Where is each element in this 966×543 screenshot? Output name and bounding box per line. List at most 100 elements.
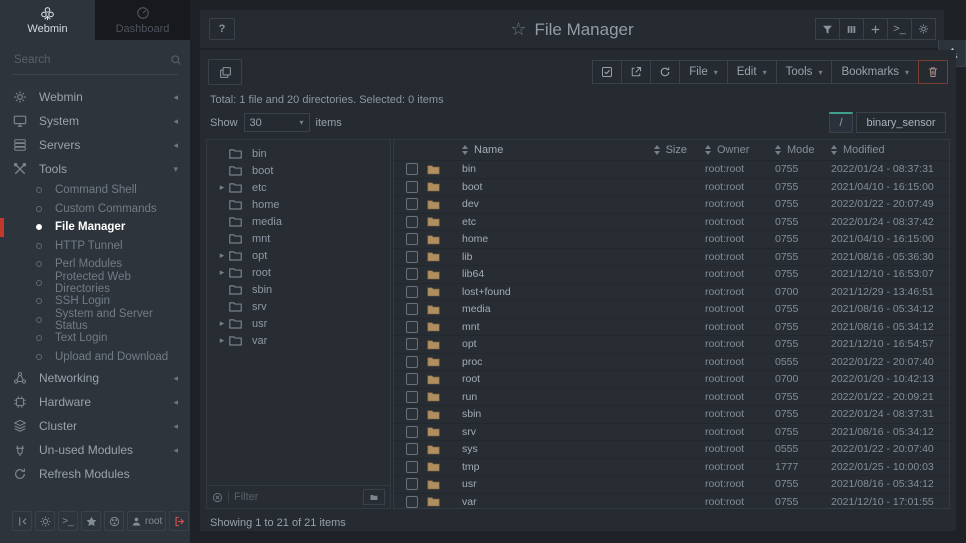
table-row[interactable]: srvroot:root07552021/08/16 - 05:34:12 <box>394 424 949 442</box>
table-row[interactable]: binroot:root07552022/01/24 - 08:37:31 <box>394 161 949 179</box>
tree-item-var[interactable]: ▸var <box>207 332 390 349</box>
table-row[interactable]: rootroot:root07002022/01/20 - 10:42:13 <box>394 371 949 389</box>
refresh-button[interactable] <box>650 60 680 84</box>
row-checkbox[interactable] <box>406 443 418 455</box>
tree-filter-input[interactable]: Filter <box>234 491 363 503</box>
table-row[interactable]: bootroot:root07552021/04/10 - 16:15:00 <box>394 179 949 197</box>
sidebar-item-networking[interactable]: Networking◂ <box>0 366 190 390</box>
table-row[interactable]: etcroot:root07552022/01/24 - 08:37:42 <box>394 214 949 232</box>
row-checkbox[interactable] <box>406 286 418 298</box>
table-row[interactable]: mntroot:root07552021/08/16 - 05:34:12 <box>394 319 949 337</box>
tab-dashboard[interactable]: Dashboard <box>95 0 190 40</box>
menu-tools-button[interactable]: Tools▾ <box>776 60 833 84</box>
row-checkbox[interactable] <box>406 303 418 315</box>
file-name[interactable]: var <box>448 496 597 508</box>
table-row[interactable]: tmproot:root17772022/01/25 - 10:00:03 <box>394 459 949 477</box>
table-row[interactable]: varroot:root07552021/12/10 - 17:01:55 <box>394 494 949 510</box>
sidebar-item-cluster[interactable]: Cluster◂ <box>0 414 190 438</box>
sidebar-item-command-shell[interactable]: Command Shell <box>0 181 190 200</box>
root-path-button[interactable]: / <box>829 112 853 133</box>
tree-folder-button[interactable] <box>363 489 385 505</box>
column-header-name[interactable]: Name <box>448 144 597 156</box>
sidebar-item-hardware[interactable]: Hardware◂ <box>0 390 190 414</box>
sidebar-item-tools[interactable]: Tools▾ <box>0 157 190 181</box>
table-row[interactable]: lost+foundroot:root07002021/12/29 - 13:4… <box>394 284 949 302</box>
table-row[interactable]: sbinroot:root07552022/01/24 - 08:37:31 <box>394 406 949 424</box>
tree-item-boot[interactable]: boot <box>207 162 390 179</box>
tree-item-media[interactable]: media <box>207 213 390 230</box>
row-checkbox[interactable] <box>406 251 418 263</box>
file-name[interactable]: bin <box>448 163 597 175</box>
table-row[interactable]: optroot:root07552021/12/10 - 16:54:57 <box>394 336 949 354</box>
table-row[interactable]: lib64root:root07552021/12/10 - 16:53:07 <box>394 266 949 284</box>
row-checkbox[interactable] <box>406 321 418 333</box>
file-name[interactable]: srv <box>448 426 597 438</box>
file-name[interactable]: lost+found <box>448 286 597 298</box>
table-row[interactable]: mediaroot:root07552021/08/16 - 05:34:12 <box>394 301 949 319</box>
row-checkbox[interactable] <box>406 198 418 210</box>
menu-edit-button[interactable]: Edit▾ <box>727 60 777 84</box>
menu-bookmarks-button[interactable]: Bookmarks▾ <box>831 60 919 84</box>
row-checkbox[interactable] <box>406 163 418 175</box>
row-checkbox[interactable] <box>406 181 418 193</box>
sidebar-item-refresh-modules[interactable]: Refresh Modules <box>0 462 190 486</box>
file-name[interactable]: etc <box>448 216 597 228</box>
table-row[interactable]: homeroot:root07552021/04/10 - 16:15:00 <box>394 231 949 249</box>
row-checkbox[interactable] <box>406 391 418 403</box>
tree-item-home[interactable]: home <box>207 196 390 213</box>
file-name[interactable]: boot <box>448 181 597 193</box>
trash-button[interactable] <box>918 60 948 84</box>
sidebar-item-http-tunnel[interactable]: HTTP Tunnel <box>0 237 190 256</box>
expand-arrow-icon[interactable]: ▸ <box>220 182 225 192</box>
terminal-topbar-button[interactable]: >_ <box>887 18 912 40</box>
path-input[interactable]: binary_sensor <box>856 112 946 133</box>
row-checkbox[interactable] <box>406 356 418 368</box>
row-checkbox[interactable] <box>406 268 418 280</box>
sidebar-item-system[interactable]: System◂ <box>0 109 190 133</box>
table-row[interactable]: devroot:root07552022/01/22 - 20:07:49 <box>394 196 949 214</box>
menu-file-button[interactable]: File▾ <box>679 60 728 84</box>
favorite-star-icon[interactable]: ☆ <box>510 19 526 39</box>
user-button[interactable]: root <box>127 511 166 531</box>
row-checkbox[interactable] <box>406 408 418 420</box>
table-row[interactable]: usrroot:root07552021/08/16 - 05:34:12 <box>394 476 949 494</box>
filter-funnel-button[interactable] <box>815 18 840 40</box>
file-name[interactable]: usr <box>448 478 597 490</box>
tree-item-bin[interactable]: bin <box>207 145 390 162</box>
sidebar-item-file-manager[interactable]: File Manager <box>0 218 190 237</box>
file-name[interactable]: sys <box>448 443 597 455</box>
file-name[interactable]: opt <box>448 338 597 350</box>
file-name[interactable]: lib64 <box>448 268 597 280</box>
file-name[interactable]: home <box>448 233 597 245</box>
tree-item-sbin[interactable]: sbin <box>207 281 390 298</box>
row-checkbox[interactable] <box>406 338 418 350</box>
table-row[interactable]: procroot:root05552022/01/22 - 20:07:40 <box>394 354 949 372</box>
collapse-sidebar-button[interactable] <box>12 511 32 531</box>
add-tab-button[interactable] <box>863 18 888 40</box>
sidebar-item-text-login[interactable]: Text Login <box>0 329 190 348</box>
sidebar-item-system-and-server-status[interactable]: System and Server Status <box>0 311 190 330</box>
help-button[interactable]: ? <box>209 18 235 40</box>
row-checkbox[interactable] <box>406 216 418 228</box>
column-header-modified[interactable]: Modified <box>825 144 949 156</box>
tree-item-etc[interactable]: ▸etc <box>207 179 390 196</box>
sidebar-item-upload-and-download[interactable]: Upload and Download <box>0 348 190 367</box>
file-name[interactable]: dev <box>448 198 597 210</box>
column-header-owner[interactable]: Owner <box>691 144 767 156</box>
expand-arrow-icon[interactable]: ▸ <box>220 318 225 328</box>
tree-item-opt[interactable]: ▸opt <box>207 247 390 264</box>
tree-item-root[interactable]: ▸root <box>207 264 390 281</box>
sidebar-item-webmin[interactable]: Webmin◂ <box>0 85 190 109</box>
table-row[interactable]: sysroot:root05552022/01/22 - 20:07:40 <box>394 441 949 459</box>
clear-filter-icon[interactable] <box>212 492 223 503</box>
expand-arrow-icon[interactable]: ▸ <box>220 335 225 345</box>
sidebar-item-protected-web-directories[interactable]: Protected Web Directories <box>0 274 190 293</box>
copy-path-button[interactable] <box>208 59 242 85</box>
file-name[interactable]: media <box>448 303 597 315</box>
expand-arrow-icon[interactable]: ▸ <box>220 250 225 260</box>
table-row[interactable]: runroot:root07552022/01/22 - 20:09:21 <box>394 389 949 407</box>
sidebar-item-un-used-modules[interactable]: Un-used Modules◂ <box>0 438 190 462</box>
page-size-select[interactable]: 30 ▾ <box>244 113 310 132</box>
row-checkbox[interactable] <box>406 233 418 245</box>
palette-icon[interactable] <box>104 511 124 531</box>
